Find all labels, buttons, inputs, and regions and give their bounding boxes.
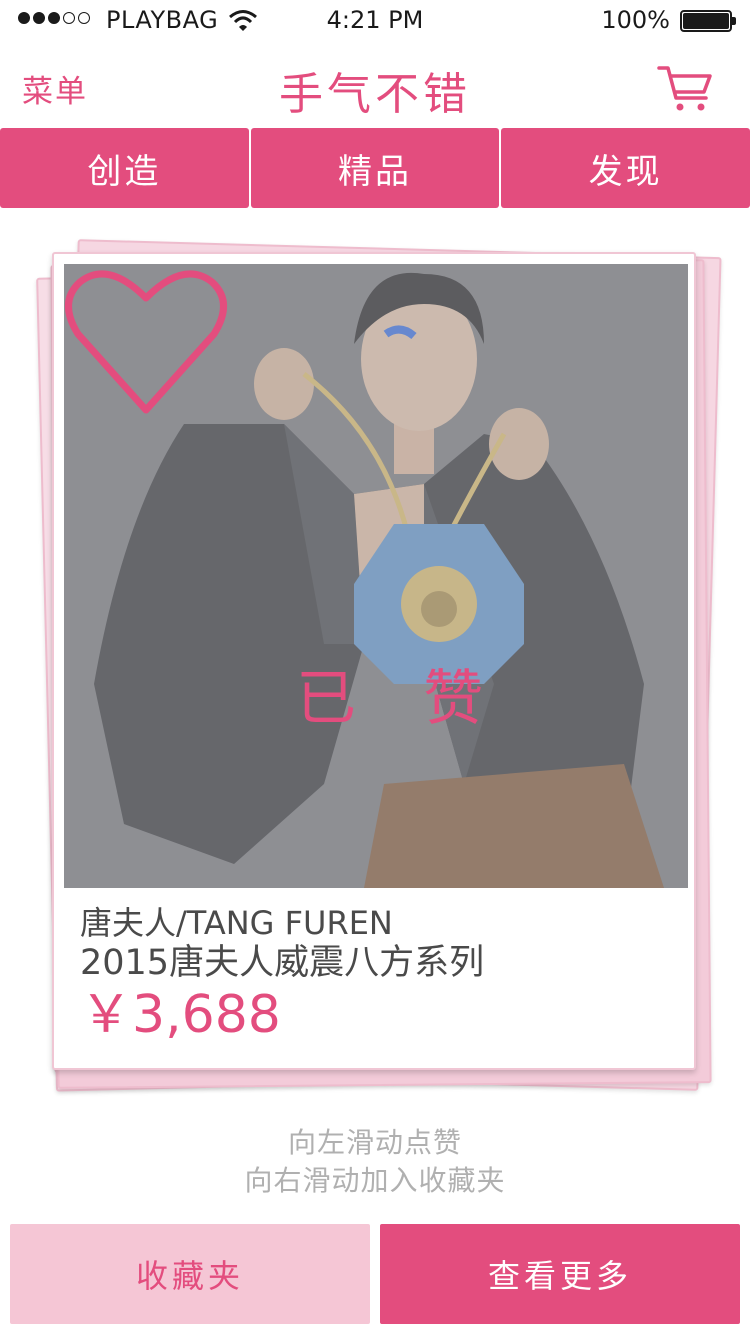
swipe-right-hint: 向右滑动加入收藏夹 bbox=[244, 1164, 506, 1197]
view-more-button[interactable]: 查看更多 bbox=[380, 1224, 740, 1324]
bottom-action-bar: 收藏夹 查看更多 bbox=[10, 1224, 740, 1324]
navigation-bar: 菜单 手气不错 bbox=[0, 40, 750, 128]
tab-create[interactable]: 创造 bbox=[0, 128, 249, 208]
product-card[interactable]: 已 赞 唐夫人/TANG FUREN 2015唐夫人威震八方系列 ￥3,688 bbox=[52, 252, 696, 1070]
product-name: 2015唐夫人威震八方系列 bbox=[80, 943, 485, 983]
battery-percentage: 100% bbox=[601, 6, 670, 34]
swipe-hints: 向左滑动点赞 向右滑动加入收藏夹 bbox=[0, 1124, 750, 1200]
product-photo: 已 赞 bbox=[64, 264, 688, 888]
product-brand: 唐夫人/TANG FUREN bbox=[80, 904, 393, 942]
product-card-stack[interactable]: 已 赞 唐夫人/TANG FUREN 2015唐夫人威震八方系列 ￥3,688 bbox=[0, 230, 750, 1110]
tab-discover[interactable]: 发现 bbox=[501, 128, 750, 208]
battery-icon bbox=[680, 10, 736, 32]
swipe-left-hint: 向左滑动点赞 bbox=[287, 1126, 462, 1159]
cart-icon[interactable] bbox=[656, 62, 714, 114]
product-price: ￥3,688 bbox=[80, 985, 281, 1045]
liked-label: 已 赞 bbox=[296, 664, 508, 734]
product-info: 唐夫人/TANG FUREN 2015唐夫人威震八方系列 ￥3,688 bbox=[80, 904, 680, 1046]
favorites-button[interactable]: 收藏夹 bbox=[10, 1224, 370, 1324]
heart-icon bbox=[65, 270, 227, 414]
tab-featured[interactable]: 精品 bbox=[250, 128, 500, 208]
status-bar: PLAYBAG 4:21 PM 100% bbox=[0, 0, 750, 40]
tab-bar: 创造 精品 发现 bbox=[0, 128, 750, 208]
page-title: 手气不错 bbox=[279, 69, 471, 120]
